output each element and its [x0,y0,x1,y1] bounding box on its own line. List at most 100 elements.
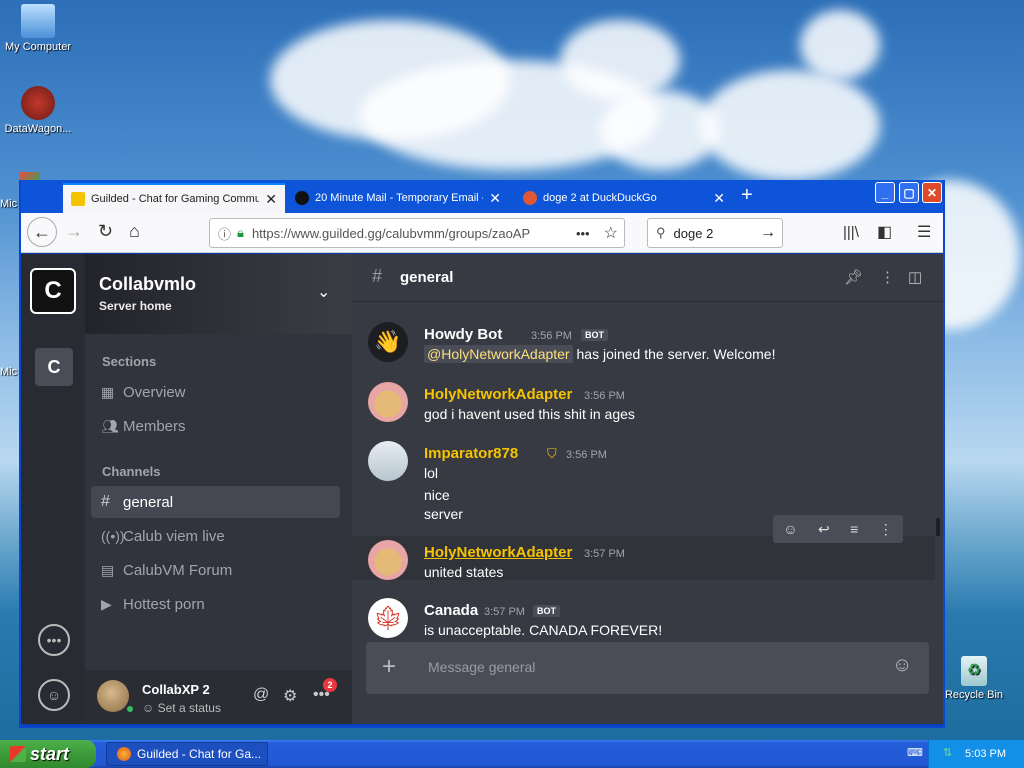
message-composer[interactable]: + Message general ☺ [366,642,929,694]
avatar[interactable] [368,382,408,422]
desktop-icon-label: DataWagon... [4,123,72,135]
set-status-link[interactable]: ☺ Set a status [142,701,221,715]
user-mention[interactable]: @HolyNetworkAdapter [424,345,573,363]
windows-flag-icon [10,746,26,762]
message-author[interactable]: HolyNetworkAdapter [424,544,572,561]
online-status-icon [125,704,135,714]
server-icon-collabvmlo[interactable]: C [35,348,73,386]
start-button[interactable]: start [0,740,96,768]
server-header[interactable]: Collabvmlo Server home ⌄ [85,254,352,334]
sidebar-item-members[interactable]: 👥︎ Members [91,410,340,442]
avatar[interactable] [368,540,408,580]
avatar[interactable]: 🍁︎ [368,598,408,638]
message-text: united states [424,564,504,580]
taskbar-item-label: Guilded - Chat for Ga... [137,747,262,761]
users-icon: 👥︎ [101,417,119,434]
menu-button[interactable]: ☰ [917,222,931,242]
notification-badge: 2 [323,678,337,692]
desktop-icon-datawagon[interactable]: DataWagon... [0,86,78,135]
message-time: 3:57 PM [484,606,525,618]
close-icon[interactable]: ✕ [713,190,725,207]
reply-icon[interactable]: ↩ [818,521,830,538]
new-tab-button[interactable]: + [741,184,753,207]
channel-sidebar: Collabvmlo Server home ⌄ Sections ▦ Over… [85,254,352,724]
bookmark-star-icon[interactable]: ☆ [604,223,618,243]
server-icon-main[interactable]: C [30,268,76,314]
sidebar-item-overview[interactable]: ▦ Overview [91,376,340,408]
search-bar[interactable]: ⚲ doge 2 → [647,218,783,248]
plus-icon[interactable]: + [382,653,396,681]
sidebar-item-general[interactable]: # general [91,486,340,518]
gear-icon[interactable]: ⚙ [283,686,297,706]
home-icon: ⌂ [129,221,140,241]
close-icon[interactable]: ✕ [265,191,277,208]
forum-icon: ▤ [101,561,115,578]
message-author[interactable]: Howdy Bot [424,326,502,343]
sidebar-item-label: Calub viem live [123,527,225,545]
add-reaction-icon[interactable]: ☺ [783,521,797,537]
message-author[interactable]: Canada [424,602,478,619]
url-bar[interactable]: ⓘ 🔒︎ https://www.guilded.gg/calubvmm/gro… [209,218,625,248]
desktop-icon-recycle-bin[interactable]: ♻ Recycle Bin [934,656,1014,701]
emoji-icon[interactable]: ☺ [892,654,912,677]
thread-icon[interactable]: ≡ [850,521,858,537]
message-time: 3:56 PM [584,390,625,402]
mentions-icon[interactable]: @ [253,686,269,704]
taskbar-item-guilded[interactable]: Guilded - Chat for Ga... [106,742,268,766]
arrow-left-icon: ← [33,221,51,242]
bot-avatar[interactable]: 👋 [368,322,408,362]
tab-bar: Guilded - Chat for Gaming Commun ✕ 20 Mi… [21,180,943,213]
kebab-menu-icon[interactable]: ⋮ [879,521,893,538]
wave-icon: 👋 [374,329,402,354]
message-author[interactable]: HolyNetworkAdapter [424,386,572,403]
taskbar: start Guilded - Chat for Ga... ⌨ ⇅ 5:03 … [0,740,1024,768]
tab-guilded[interactable]: Guilded - Chat for Gaming Commun ✕ [63,183,285,213]
message-time: 3:56 PM [531,330,572,342]
sections-heading: Sections [102,354,157,369]
tab-20-minute-mail[interactable]: 20 Minute Mail - Temporary Email - ✕ [287,183,509,213]
close-window-button[interactable]: ✕ [922,182,942,203]
avatar[interactable] [368,441,408,481]
sidebar-item-calub-viem-live[interactable]: ((•)) Calub viem live [91,520,340,552]
kebab-menu-icon[interactable]: ⋮ [880,268,895,286]
sidebar-toggle-button[interactable]: ◧ [877,222,892,242]
hash-icon: # [372,266,383,286]
maximize-button[interactable]: ▢ [899,182,919,203]
bot-badge: BOT [533,605,560,617]
search-go-icon[interactable]: → [760,224,776,242]
pin-icon[interactable]: 📌︎ [844,268,863,286]
desktop-icon-my-computer[interactable]: My Computer [0,4,78,53]
url-text: https://www.guilded.gg/calubvmm/groups/z… [251,225,531,241]
message-time: 3:57 PM [584,548,625,560]
set-status-label: Set a status [157,701,221,715]
sidebar-item-calubvm-forum[interactable]: ▤ CalubVM Forum [91,554,340,586]
clock: 5:03 PM [965,748,1006,760]
message-actions-toolbar: ☺ ↩ ≡ ⋮ [773,515,903,543]
guilded-app: C C ••• ☺ Collabvmlo Server home ⌄ Secti… [21,254,943,724]
home-button[interactable]: ⌂ [129,221,140,242]
minimize-button[interactable]: _ [875,182,895,203]
network-icon[interactable]: ⇅ [943,746,952,759]
channel-title: general [400,269,454,286]
page-actions-icon[interactable]: ••• [576,226,590,241]
forward-button[interactable]: → [65,221,83,242]
reload-button[interactable]: ↻ [98,221,113,242]
chevron-down-icon[interactable]: ⌄ [317,282,330,302]
scrollbar[interactable] [936,518,940,536]
close-icon[interactable]: ✕ [489,190,501,207]
smiley-icon: ☺ [142,701,155,715]
sidebar-item-label: Members [123,417,186,435]
info-icon: ⓘ [218,226,232,242]
keyboard-icon[interactable]: ⌨ [907,746,923,759]
chat-bubble-icon[interactable]: ••• [38,624,70,656]
community-icon[interactable]: ☺ [38,679,70,711]
sidebar-item-label: CalubVM Forum [123,561,233,579]
sidebar-item-hottest[interactable]: ▶ Hottest porn [91,588,340,620]
library-button[interactable]: |||\ [843,224,859,241]
panel-toggle-icon[interactable]: ◫ [908,268,922,286]
tab-duckduckgo[interactable]: doge 2 at DuckDuckGo ✕ [515,183,733,213]
message-input[interactable]: Message general [428,659,535,675]
back-button[interactable]: ← [27,217,57,247]
message-author[interactable]: Imparator878 [424,445,518,462]
broadcast-icon: ((•)) [101,528,125,544]
